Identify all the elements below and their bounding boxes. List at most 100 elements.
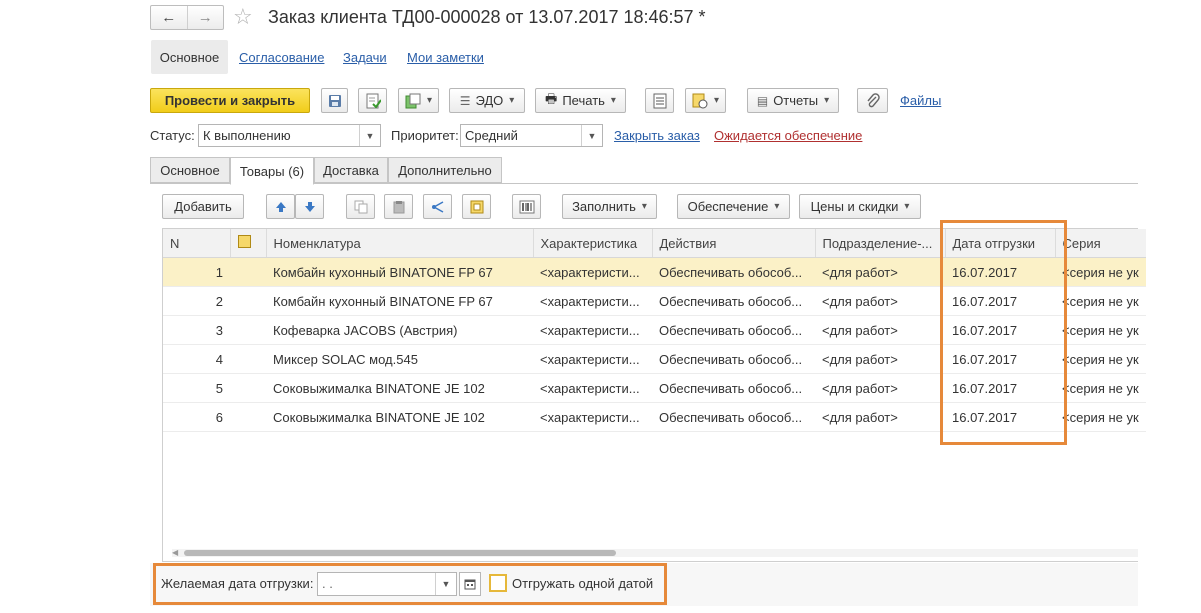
section-tab-notes[interactable]: Мои заметки: [407, 50, 484, 65]
reserve-icon: [237, 235, 251, 248]
edo-label: ЭДО: [475, 93, 504, 108]
row-department[interactable]: <для работ>: [815, 402, 945, 432]
section-tab-tasks[interactable]: Задачи: [343, 50, 387, 65]
horizontal-scrollbar[interactable]: [172, 549, 1138, 557]
row-action[interactable]: Обеспечивать обособ...: [652, 315, 815, 345]
row-action[interactable]: Обеспечивать обособ...: [652, 286, 815, 316]
printer-icon: 🖶: [545, 90, 558, 106]
row-series[interactable]: <серия не ук: [1055, 257, 1146, 287]
same-date-label[interactable]: Отгружать одной датой: [512, 576, 653, 591]
edo-menu-button[interactable]: ☰ ЭДО: [449, 88, 525, 113]
row-action[interactable]: Обеспечивать обособ...: [652, 344, 815, 374]
barcode-icon[interactable]: [512, 194, 541, 219]
row-characteristic[interactable]: <характеристи...: [533, 257, 652, 287]
tab-additional[interactable]: Дополнительно: [388, 157, 502, 183]
related-documents-button[interactable]: [685, 88, 726, 113]
print-menu-button[interactable]: 🖶 Печать: [535, 88, 626, 113]
row-characteristic[interactable]: <характеристи...: [533, 402, 652, 432]
save-icon[interactable]: [321, 88, 348, 113]
column-header-n[interactable]: N: [163, 229, 231, 258]
status-select[interactable]: К выполнению ▼: [198, 124, 381, 147]
reports-menu-button[interactable]: ▤ Отчеты: [747, 88, 839, 113]
column-header-reserve[interactable]: [230, 229, 267, 258]
fill-menu-button[interactable]: Заполнить: [562, 194, 657, 219]
section-tab-main[interactable]: Основное: [151, 40, 228, 74]
row-action[interactable]: Обеспечивать обособ...: [652, 402, 815, 432]
row-reserve: [230, 373, 266, 403]
add-button[interactable]: Добавить: [162, 194, 244, 219]
row-reserve: [230, 257, 266, 287]
post-icon[interactable]: [358, 88, 387, 113]
row-series[interactable]: <серия не ук: [1055, 286, 1146, 316]
row-nomenclature[interactable]: Комбайн кухонный BINATONE FP 67: [266, 286, 533, 316]
section-tab-approval[interactable]: Согласование: [239, 50, 324, 65]
row-nomenclature[interactable]: Соковыжималка BINATONE JE 102: [266, 402, 533, 432]
row-nomenclature[interactable]: Комбайн кухонный BINATONE FP 67: [266, 257, 533, 287]
row-department[interactable]: <для работ>: [815, 373, 945, 403]
row-reserve: [230, 344, 266, 374]
row-series[interactable]: <серия не ук: [1055, 402, 1146, 432]
favorite-star-icon[interactable]: ☆: [233, 4, 253, 30]
forward-button[interactable]: →: [188, 6, 224, 29]
row-nomenclature[interactable]: Соковыжималка BINATONE JE 102: [266, 373, 533, 403]
chevron-down-icon[interactable]: ▼: [359, 125, 380, 146]
row-characteristic[interactable]: <характеристи...: [533, 344, 652, 374]
desired-date-label: Желаемая дата отгрузки:: [161, 576, 314, 591]
row-department[interactable]: <для работ>: [815, 257, 945, 287]
row-number: 3: [163, 315, 230, 345]
row-nomenclature[interactable]: Кофеварка JACOBS (Австрия): [266, 315, 533, 345]
move-down-icon[interactable]: [295, 194, 324, 219]
column-header-actions[interactable]: Действия: [652, 229, 816, 258]
row-characteristic[interactable]: <характеристи...: [533, 373, 652, 403]
attachment-icon[interactable]: [857, 88, 888, 113]
row-series[interactable]: <серия не ук: [1055, 344, 1146, 374]
files-link[interactable]: Файлы: [900, 93, 941, 108]
column-header-series[interactable]: Серия: [1055, 229, 1146, 258]
ship-date-column-highlight: [940, 220, 1067, 445]
scroll-left-icon[interactable]: ◀: [172, 548, 178, 557]
tab-delivery[interactable]: Доставка: [314, 157, 388, 183]
desired-date-input[interactable]: . . ▼: [317, 572, 457, 596]
row-number: 4: [163, 344, 230, 374]
row-action[interactable]: Обеспечивать обособ...: [652, 373, 815, 403]
same-date-checkbox[interactable]: [489, 574, 507, 592]
row-department[interactable]: <для работ>: [815, 286, 945, 316]
create-based-on-button[interactable]: [398, 88, 439, 113]
close-order-link[interactable]: Закрыть заказ: [614, 128, 700, 143]
row-nomenclature[interactable]: Миксер SOLAC мод.545: [266, 344, 533, 374]
provision-menu-button[interactable]: Обеспечение: [677, 194, 790, 219]
copy-icon[interactable]: [346, 194, 375, 219]
back-button[interactable]: ←: [151, 6, 188, 29]
row-department[interactable]: <для работ>: [815, 344, 945, 374]
chevron-down-icon[interactable]: ▼: [435, 573, 456, 595]
row-action[interactable]: Обеспечивать обособ...: [652, 257, 815, 287]
column-header-department[interactable]: Подразделение-...: [815, 229, 946, 258]
priority-label: Приоритет:: [391, 128, 459, 143]
row-characteristic[interactable]: <характеристи...: [533, 286, 652, 316]
row-series[interactable]: <серия не ук: [1055, 315, 1146, 345]
edo-icon: ☰: [459, 93, 471, 108]
move-up-icon[interactable]: [266, 194, 295, 219]
row-series[interactable]: <серия не ук: [1055, 373, 1146, 403]
page-title: Заказ клиента ТД00-000028 от 13.07.2017 …: [268, 7, 706, 27]
status-value: К выполнению: [203, 128, 291, 143]
row-department[interactable]: <для работ>: [815, 315, 945, 345]
paste-icon[interactable]: [384, 194, 413, 219]
column-header-nomenclature[interactable]: Номенклатура: [266, 229, 534, 258]
split-row-icon[interactable]: [423, 194, 452, 219]
calendar-icon[interactable]: [459, 572, 481, 596]
prices-discounts-menu-button[interactable]: Цены и скидки: [799, 194, 921, 219]
select-icon[interactable]: [462, 194, 491, 219]
nav-buttons: ← →: [150, 5, 224, 30]
row-characteristic[interactable]: <характеристи...: [533, 315, 652, 345]
document-list-icon[interactable]: [645, 88, 674, 113]
column-header-characteristic[interactable]: Характеристика: [533, 229, 653, 258]
scrollbar-thumb[interactable]: [184, 550, 616, 556]
awaiting-provision-link[interactable]: Ожидается обеспечение: [714, 128, 862, 143]
chevron-down-icon[interactable]: ▼: [581, 125, 602, 146]
priority-select[interactable]: Средний ▼: [460, 124, 603, 147]
post-and-close-button[interactable]: Провести и закрыть: [150, 88, 310, 113]
tab-main[interactable]: Основное: [150, 157, 230, 183]
tab-goods[interactable]: Товары (6): [230, 157, 314, 185]
reports-icon: ▤: [756, 93, 769, 108]
